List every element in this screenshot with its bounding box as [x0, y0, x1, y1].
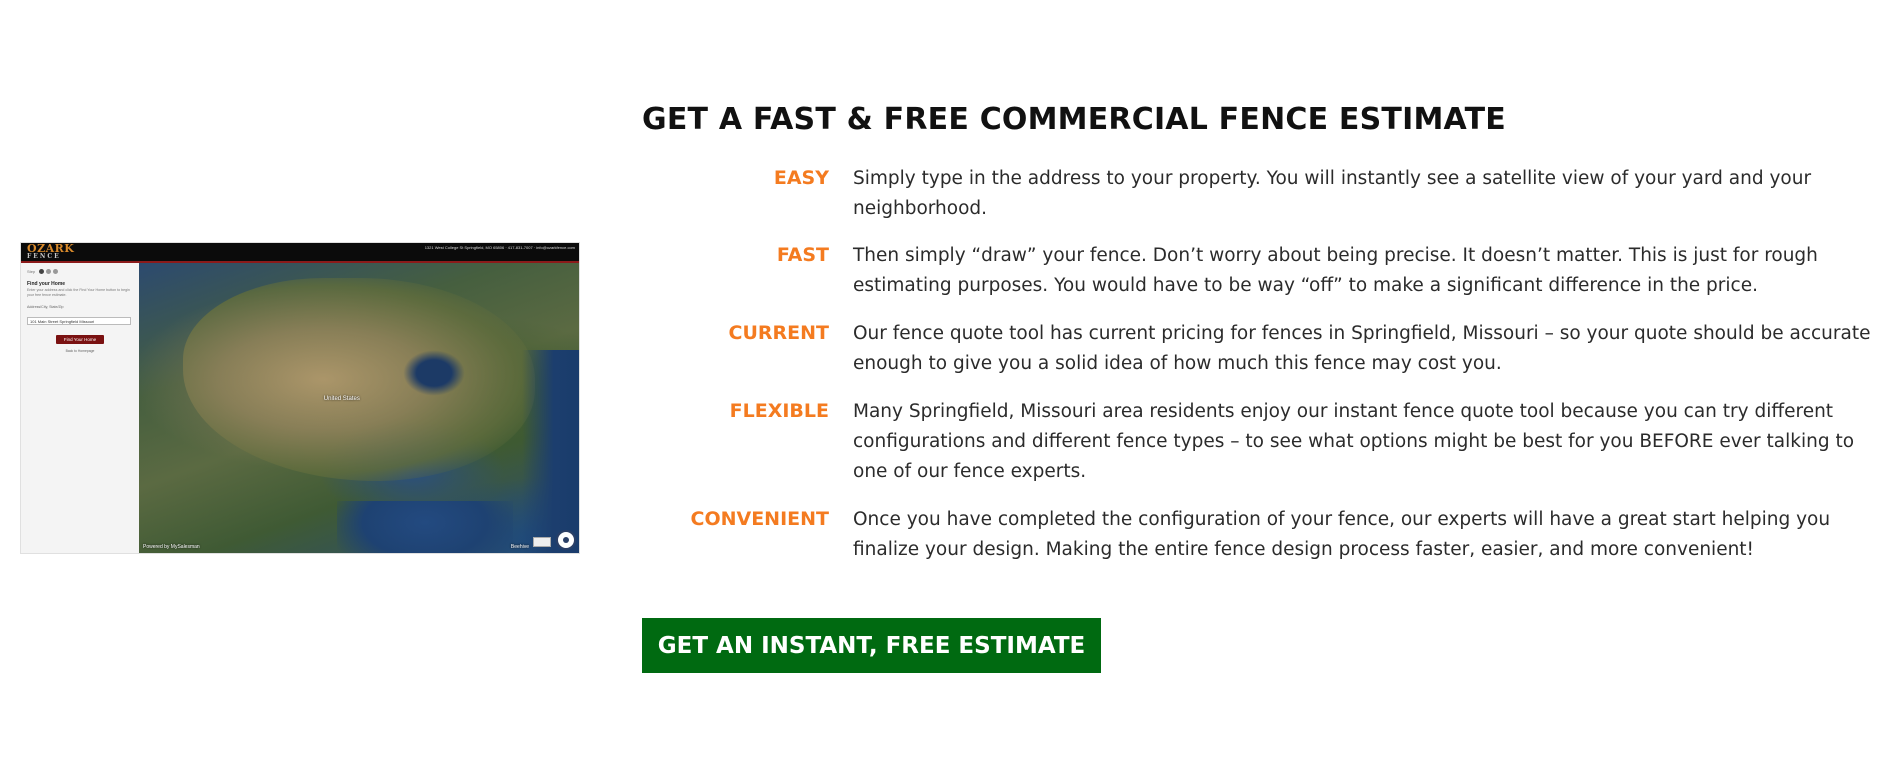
- feature-description: Our fence quote tool has current pricing…: [853, 323, 1871, 374]
- step-label: Step: [27, 269, 36, 274]
- map-land: [183, 277, 535, 481]
- feature-description: Once you have completed the configuratio…: [853, 509, 1831, 560]
- feature-description: Simply type in the address to your prope…: [853, 168, 1812, 219]
- compass-icon: [556, 530, 576, 550]
- feature-term: CURRENT: [728, 322, 829, 344]
- feature-description: Many Springfield, Missouri area resident…: [853, 401, 1855, 482]
- panel-title: Find your Home: [27, 281, 66, 287]
- satellite-map: United States Powered by MySalesman Beeh…: [139, 263, 579, 553]
- step-dot-3: [53, 269, 59, 274]
- get-instant-estimate-button[interactable]: GET AN INSTANT, FREE ESTIMATE: [642, 618, 1101, 673]
- back-to-homepage-link: Back to Homepage: [65, 349, 95, 353]
- find-home-button: Find Your Home: [56, 335, 104, 344]
- map-gulf: [337, 500, 513, 553]
- step-dot-1: [39, 269, 45, 274]
- preview-side-panel: Step Find your Home Enter your address a…: [21, 263, 140, 553]
- address-input: 101 Main Street Springfield Missouri: [27, 317, 131, 325]
- panel-description: Enter your address and click the Find Yo…: [27, 288, 130, 297]
- feature-term: FLEXIBLE: [729, 400, 829, 422]
- feature-term: EASY: [773, 167, 829, 189]
- address-label: Address/City, State/Zip: [27, 305, 64, 309]
- map-great-lakes: [403, 350, 465, 397]
- preview-contact-info: 1321 West College St Springfield, MO 658…: [424, 245, 575, 250]
- feature-term: CONVENIENT: [690, 508, 830, 530]
- preview-header: OZARK FENCE 1321 West College St Springf…: [21, 243, 579, 263]
- step-indicator: Step: [27, 269, 59, 274]
- map-atlantic: [521, 350, 579, 553]
- map-attribution: Powered by MySalesman: [143, 544, 200, 550]
- feature-term: FAST: [776, 244, 829, 266]
- section-title: GET A FAST & FREE COMMERCIAL FENCE ESTIM…: [642, 102, 1506, 137]
- feature-description: Then simply “draw” your fence. Don’t wor…: [853, 245, 1818, 296]
- ozark-fence-logo: OZARK FENCE: [27, 243, 83, 260]
- map-provider-label: Beehive: [510, 544, 529, 550]
- estimator-preview-image: OZARK FENCE 1321 West College St Springf…: [20, 242, 580, 554]
- map-type-control: [533, 537, 551, 547]
- step-dot-2: [46, 269, 52, 274]
- map-country-label: United States: [323, 396, 360, 403]
- logo-sub-text: FENCE: [27, 253, 61, 260]
